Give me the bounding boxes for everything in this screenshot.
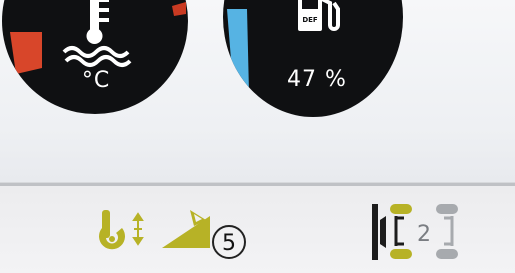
ramp-slope-icon — [162, 210, 210, 248]
def-tank-icon: DEF — [298, 0, 340, 31]
def-gauge-dial: DEF — [227, 0, 340, 93]
callout-number-badge: 5 — [212, 225, 246, 259]
instrument-display: °C DEF 47 % 5 2 — [0, 0, 515, 273]
def-level-readout: 47 % — [287, 67, 347, 92]
drive-position-number: 2 — [417, 222, 431, 247]
hitch-lift-icon — [99, 210, 144, 250]
def-level-gauge: DEF 47 % — [223, 0, 403, 117]
coolant-temperature-gauge: °C — [2, 0, 188, 114]
temperature-hot-tick — [172, 2, 186, 16]
coolant-temperature-unit: °C — [81, 68, 111, 93]
gauge-panel: °C DEF 47 % — [0, 0, 515, 182]
coolant-temperature-icon — [62, 0, 132, 67]
temperature-warning-sector — [10, 32, 42, 74]
coolant-gauge-dial — [10, 0, 186, 74]
def-icon-label: DEF — [302, 16, 318, 24]
def-level-fill — [227, 9, 249, 93]
